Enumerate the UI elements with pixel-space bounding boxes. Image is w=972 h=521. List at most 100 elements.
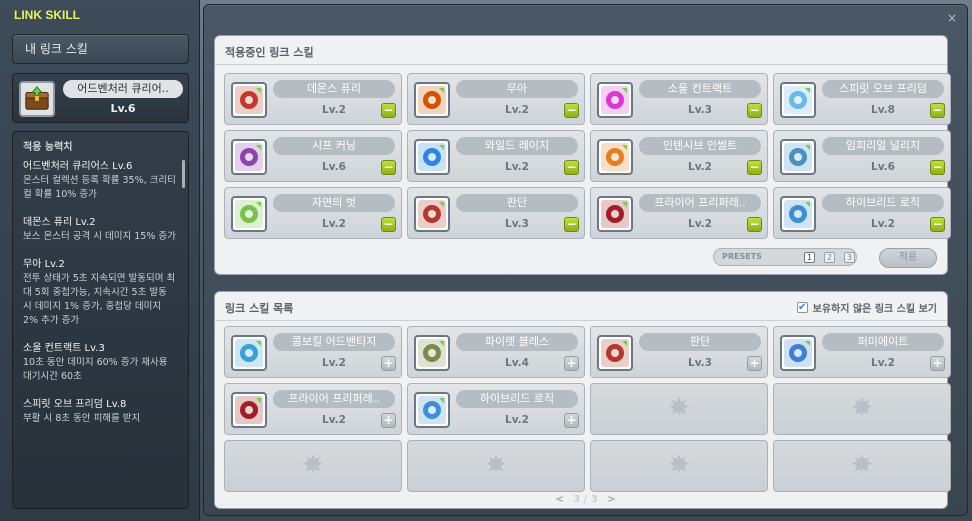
- skill-level: Lv.2: [688, 161, 712, 173]
- skill-card[interactable]: 데몬스 퓨리 Lv.2 −: [224, 73, 402, 125]
- add-skill-button[interactable]: +: [747, 356, 762, 371]
- my-skill-card[interactable]: 어드벤처러 큐리어.. Lv.6: [12, 73, 189, 123]
- pirate-blessing-icon: [414, 335, 450, 371]
- skill-level: Lv.2: [505, 414, 529, 426]
- add-skill-button[interactable]: +: [930, 356, 945, 371]
- empty-skill-slot: [773, 440, 951, 492]
- apply-button[interactable]: 적용: [879, 248, 937, 268]
- skill-name: 하이브리드 로직: [822, 194, 944, 212]
- skill-card[interactable]: 콤보킬 어드밴티지 Lv.2 +: [224, 326, 402, 378]
- skill-card[interactable]: 파이렛 블레스 Lv.4 +: [407, 326, 585, 378]
- remove-skill-button[interactable]: −: [747, 217, 762, 232]
- skill-card[interactable]: 하이브리드 로직 Lv.2 +: [407, 383, 585, 435]
- empty-skill-slot: [773, 383, 951, 435]
- next-page-icon[interactable]: >: [601, 494, 621, 505]
- skill-name: 퍼미에이트: [822, 333, 944, 351]
- skill-level: Lv.2: [505, 104, 529, 116]
- skill-card[interactable]: 시프 커닝 Lv.6 −: [224, 130, 402, 182]
- link-skill-list-grid: 콤보킬 어드밴티지 Lv.2 + 파이렛 블레스 Lv.4 + 판단 Lv.3 + 퍼미에이트 Lv…: [224, 326, 951, 492]
- skill-level: Lv.3: [688, 357, 712, 369]
- remove-skill-button[interactable]: −: [747, 160, 762, 175]
- skill-name: 임피리얼 널리지: [822, 137, 944, 155]
- judgment-icon: [414, 196, 450, 232]
- skill-card[interactable]: 판단 Lv.3 −: [407, 187, 585, 239]
- effect-item: 소울 컨트랙트 Lv.3 10초 동안 데미지 60% 증가 재사용 대기시간 …: [23, 342, 178, 384]
- show-unowned-toggle[interactable]: ✔ 보유하지 않은 링크 스킬 보기: [796, 300, 937, 315]
- skill-card[interactable]: 와일드 레이지 Lv.2 −: [407, 130, 585, 182]
- my-link-skill-header: 내 링크 스킬: [12, 34, 189, 64]
- applied-effects-title: 적용 능력치: [23, 142, 73, 153]
- remove-skill-button[interactable]: −: [747, 103, 762, 118]
- window-title: LINK SKILL: [14, 8, 80, 22]
- link-skill-list-section: 링크 스킬 목록 ✔ 보유하지 않은 링크 스킬 보기 콤보킬 어드밴티지 Lv.…: [214, 291, 951, 509]
- preset-1-button[interactable]: 1: [804, 252, 815, 263]
- remove-skill-button[interactable]: −: [564, 103, 579, 118]
- add-skill-button[interactable]: +: [381, 413, 396, 428]
- effect-name: 무아 Lv.2: [23, 259, 65, 270]
- remove-skill-button[interactable]: −: [564, 160, 579, 175]
- skill-card[interactable]: 무아 Lv.2 −: [407, 73, 585, 125]
- effect-name: 데몬스 퓨리 Lv.2: [23, 217, 96, 228]
- combo-kill-advantage-icon: [231, 335, 267, 371]
- spirit-of-freedom-icon: [780, 82, 816, 118]
- remove-skill-button[interactable]: −: [564, 217, 579, 232]
- maple-leaf-icon: [850, 452, 874, 480]
- preset-2-button[interactable]: 2: [824, 252, 835, 263]
- skill-level: Lv.4: [505, 357, 529, 369]
- skill-card[interactable]: 하이브리드 로직 Lv.2 −: [773, 187, 951, 239]
- add-skill-button[interactable]: +: [564, 356, 579, 371]
- active-link-skills-section: 적용중인 링크 스킬 데몬스 퓨리 Lv.2 − 무아 Lv.2 − 소울 컨트랙트 Lv.3…: [214, 35, 951, 275]
- skill-level: Lv.2: [688, 218, 712, 230]
- skill-name: 판단: [639, 333, 761, 351]
- maple-leaf-icon: [850, 395, 874, 423]
- pagination: < 3 / 3 >: [204, 494, 967, 505]
- add-skill-button[interactable]: +: [381, 356, 396, 371]
- thief-cunning-icon: [231, 139, 267, 175]
- show-unowned-label: 보유하지 않은 링크 스킬 보기: [812, 304, 937, 315]
- prev-page-icon[interactable]: <: [549, 494, 569, 505]
- skill-name: 와일드 레이지: [456, 137, 578, 155]
- active-skill-grid: 데몬스 퓨리 Lv.2− 무아 Lv.2− 소울 컨트랙트 Lv.3− 스피릿 오브 프리덤…: [224, 73, 951, 239]
- skill-card[interactable]: 프라이어 프리퍼레.. Lv.2 +: [224, 383, 402, 435]
- effects-list: 어드벤처러 큐리어스 Lv.6 몬스터 컬렉션 등록 확률 35%, 크리티컬 …: [23, 160, 178, 440]
- skill-card[interactable]: 자연의 벗 Lv.2 −: [224, 187, 402, 239]
- demon-fury-icon: [231, 82, 267, 118]
- effect-item: 무아 Lv.2 전투 상태가 5초 지속되면 발동되며 최대 5회 중첩가능, …: [23, 258, 178, 328]
- maple-leaf-icon: [484, 452, 508, 480]
- skill-level: Lv.2: [322, 104, 346, 116]
- skill-name: 판단: [456, 194, 578, 212]
- active-link-skills-title: 적용중인 링크 스킬: [225, 46, 314, 59]
- remove-skill-button[interactable]: −: [930, 103, 945, 118]
- empty-skill-slot: [407, 440, 585, 492]
- remove-skill-button[interactable]: −: [930, 160, 945, 175]
- remove-skill-button[interactable]: −: [381, 217, 396, 232]
- remove-skill-button[interactable]: −: [381, 160, 396, 175]
- maple-leaf-icon: [301, 452, 325, 480]
- skill-card[interactable]: 인텐시브 인썰트 Lv.2 −: [590, 130, 768, 182]
- judgment-icon: [597, 335, 633, 371]
- preset-3-button[interactable]: 3: [844, 252, 855, 263]
- close-button[interactable]: ×: [945, 11, 959, 25]
- permeate-icon: [780, 335, 816, 371]
- skill-card[interactable]: 소울 컨트랙트 Lv.3 −: [590, 73, 768, 125]
- presets-label: PRESETS: [722, 252, 762, 261]
- skill-name: 자연의 벗: [273, 194, 395, 212]
- skill-card[interactable]: 임피리얼 널리지 Lv.6 −: [773, 130, 951, 182]
- effects-scrollbar[interactable]: [182, 160, 185, 188]
- add-skill-button[interactable]: +: [564, 413, 579, 428]
- skill-name: 데몬스 퓨리: [273, 80, 395, 98]
- skill-card[interactable]: 판단 Lv.3 +: [590, 326, 768, 378]
- imperial-knowledge-icon: [780, 139, 816, 175]
- remove-skill-button[interactable]: −: [381, 103, 396, 118]
- skill-card[interactable]: 퍼미에이트 Lv.2 +: [773, 326, 951, 378]
- skill-name: 프라이어 프리퍼레..: [639, 194, 761, 212]
- prior-preparation-icon: [231, 392, 267, 428]
- show-unowned-checkbox[interactable]: ✔: [796, 302, 808, 313]
- empty-skill-slot: [590, 440, 768, 492]
- skill-card[interactable]: 프라이어 프리퍼레.. Lv.2 −: [590, 187, 768, 239]
- skill-name: 소울 컨트랙트: [639, 80, 761, 98]
- effect-name: 스피릿 오브 프리덤 Lv.8: [23, 399, 127, 410]
- skill-card[interactable]: 스피릿 오브 프리덤 Lv.8 −: [773, 73, 951, 125]
- skill-name: 인텐시브 인썰트: [639, 137, 761, 155]
- remove-skill-button[interactable]: −: [930, 217, 945, 232]
